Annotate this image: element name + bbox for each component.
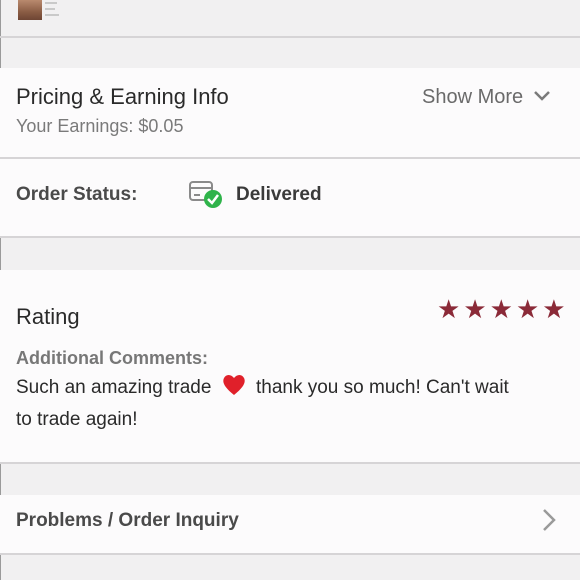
order-inquiry-label: Problems / Order Inquiry [16,510,239,531]
star-icon: ★ [489,294,513,324]
pricing-section [0,68,580,158]
comment-part1: Such an amazing trade [16,377,212,398]
comment-text: Such an amazing trade thank you so much!… [16,373,576,434]
divider [0,553,580,555]
comment-line2: to trade again! [16,409,138,430]
listing-summary-text [45,2,91,20]
listing-thumbnail[interactable] [18,0,42,20]
star-icon: ★ [515,294,540,324]
pricing-title: Pricing & Earning Info [16,84,229,109]
chevron-down-icon [533,89,551,107]
earnings-text: Your Earnings: $0.05 [16,116,184,136]
rating-stars: ★ ★ ★ ★ ★ [437,294,566,324]
order-status-label: Order Status: [16,184,138,205]
comment-part2: thank you so much! Can't wait [255,377,509,398]
chevron-right-icon[interactable] [542,508,556,537]
heart-emoji-icon [221,373,247,406]
package-delivered-icon [188,178,224,210]
rating-title: Rating [16,304,80,329]
divider [0,462,580,464]
show-more-label: Show More [422,86,524,108]
show-more-button[interactable]: Show More [422,86,551,109]
additional-comments-label: Additional Comments: [16,348,208,368]
order-status-value: Delivered [236,184,322,205]
star-icon: ★ [463,294,487,324]
star-icon: ★ [542,294,566,324]
divider [0,36,580,38]
star-icon: ★ [437,294,461,324]
divider [0,236,580,238]
